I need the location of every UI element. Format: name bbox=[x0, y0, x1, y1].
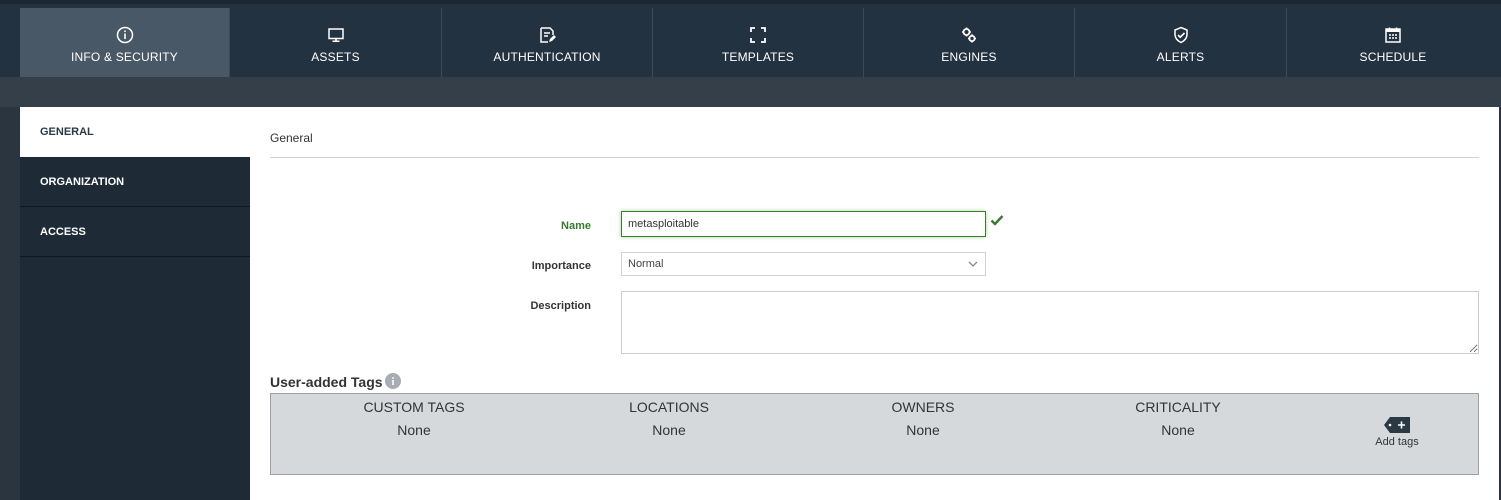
tag-column-custom-tags: CUSTOM TAGS None bbox=[287, 394, 541, 438]
tab-schedule[interactable]: SCHEDULE bbox=[1287, 8, 1499, 80]
sidebar: GENERAL ORGANIZATION ACCESS bbox=[20, 107, 250, 500]
user-tags-title: User-added Tags bbox=[270, 374, 383, 390]
gears-icon bbox=[959, 25, 979, 45]
tag-column-owners: OWNERS None bbox=[796, 394, 1050, 438]
sidebar-item-general[interactable]: GENERAL bbox=[20, 107, 250, 157]
tab-assets[interactable]: ASSETS bbox=[230, 8, 442, 80]
calendar-icon bbox=[1383, 25, 1403, 45]
name-label: Name bbox=[561, 220, 591, 232]
tab-templates[interactable]: TEMPLATES bbox=[653, 8, 864, 80]
tags-table: CUSTOM TAGS None LOCATIONS None OWNERS N… bbox=[270, 393, 1479, 475]
tab-label: ALERTS bbox=[1156, 49, 1205, 64]
name-input[interactable] bbox=[621, 211, 986, 237]
column-value: None bbox=[1161, 422, 1195, 438]
importance-select[interactable]: Normal bbox=[621, 252, 986, 276]
checkmark-icon bbox=[990, 213, 1004, 227]
tab-label: INFO & SECURITY bbox=[70, 49, 178, 64]
tag-column-criticality: CRITICALITY None bbox=[1051, 394, 1305, 438]
tab-alerts[interactable]: ALERTS bbox=[1075, 8, 1287, 80]
section-divider bbox=[270, 157, 1479, 158]
shield-check-icon bbox=[1171, 25, 1191, 45]
tab-label: ENGINES bbox=[941, 49, 997, 64]
column-header: CUSTOM TAGS bbox=[363, 399, 465, 415]
description-textarea[interactable] bbox=[621, 291, 1479, 354]
column-value: None bbox=[652, 422, 686, 438]
tab-label: TEMPLATES bbox=[721, 49, 795, 64]
header-spacer bbox=[0, 77, 1501, 107]
monitor-icon bbox=[326, 25, 346, 45]
add-tags-button[interactable]: Add tags bbox=[1371, 416, 1423, 448]
column-value: None bbox=[906, 422, 940, 438]
sidebar-item-access[interactable]: ACCESS bbox=[20, 207, 250, 257]
tab-engines[interactable]: ENGINES bbox=[864, 8, 1075, 80]
frame-icon bbox=[748, 25, 768, 45]
tab-label: ASSETS bbox=[311, 49, 360, 64]
tab-strip: INFO & SECURITY ASSETS AUTHENTICATION TE… bbox=[20, 8, 1499, 89]
column-value: None bbox=[397, 422, 431, 438]
sidebar-item-organization[interactable]: ORGANIZATION bbox=[20, 157, 250, 207]
chevron-down-icon bbox=[967, 258, 979, 270]
tab-label: AUTHENTICATION bbox=[493, 49, 601, 64]
importance-label: Importance bbox=[531, 260, 591, 272]
section-title: General bbox=[270, 131, 313, 145]
top-navigation-bar: INFO & SECURITY ASSETS AUTHENTICATION TE… bbox=[0, 0, 1501, 89]
edit-document-icon bbox=[537, 25, 557, 45]
column-header: OWNERS bbox=[891, 399, 955, 415]
tab-authentication[interactable]: AUTHENTICATION bbox=[442, 8, 653, 80]
add-tags-label: Add tags bbox=[1375, 436, 1419, 448]
info-icon[interactable] bbox=[385, 373, 401, 389]
tab-info-security[interactable]: INFO & SECURITY bbox=[20, 8, 230, 89]
description-label: Description bbox=[530, 300, 591, 312]
tag-column-locations: LOCATIONS None bbox=[542, 394, 796, 438]
general-panel: General Name Importance Normal Descripti… bbox=[250, 107, 1499, 500]
add-tag-icon bbox=[1383, 416, 1411, 434]
tab-label: SCHEDULE bbox=[1359, 49, 1427, 64]
column-header: LOCATIONS bbox=[629, 399, 709, 415]
info-icon bbox=[115, 25, 135, 45]
importance-selected-value: Normal bbox=[628, 258, 664, 270]
column-header: CRITICALITY bbox=[1135, 399, 1221, 415]
